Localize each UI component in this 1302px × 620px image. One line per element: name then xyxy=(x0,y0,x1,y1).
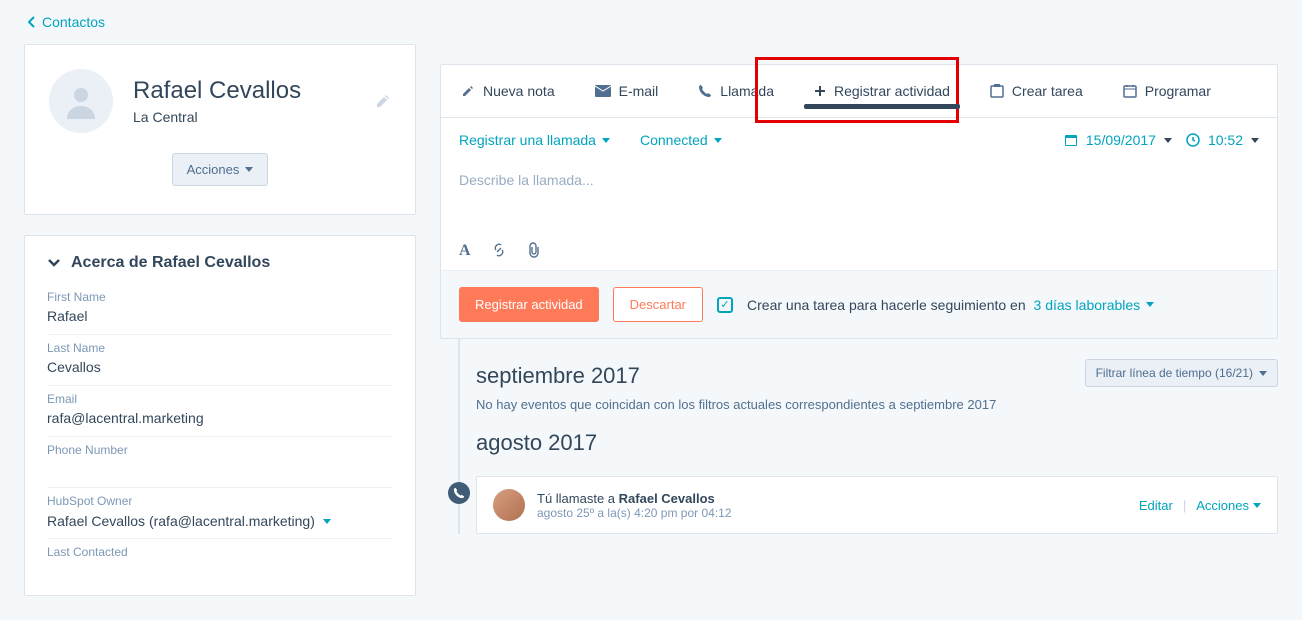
caret-down-icon xyxy=(1259,371,1267,376)
calendar-icon xyxy=(1123,84,1137,98)
caret-down-icon xyxy=(1164,138,1172,143)
edit-activity-link[interactable]: Editar xyxy=(1139,498,1173,513)
person-icon xyxy=(61,81,101,121)
filter-timeline-button[interactable]: Filtrar línea de tiempo (16/21) xyxy=(1085,359,1278,387)
month-header: agosto 2017 xyxy=(476,430,1278,456)
activity-panel: Nueva nota E-mail Llamada Registrar acti… xyxy=(440,64,1278,339)
create-task-label: Crear una tarea para hacerle seguimiento… xyxy=(747,297,1154,313)
contact-name: Rafael Cevallos xyxy=(133,77,301,105)
avatar xyxy=(49,69,113,133)
description-input[interactable] xyxy=(459,168,1259,192)
field-phone[interactable]: Phone Number xyxy=(47,443,393,488)
tab-schedule[interactable]: Programar xyxy=(1103,65,1231,117)
log-type-dropdown[interactable]: Registrar una llamada xyxy=(459,132,610,148)
month-header: septiembre 2017 xyxy=(476,363,640,389)
discard-button[interactable]: Descartar xyxy=(613,287,703,322)
caret-down-icon xyxy=(1253,503,1261,508)
caret-down-icon xyxy=(1146,302,1154,307)
activity-card[interactable]: Tú llamaste a Rafael Cevallos agosto 25º… xyxy=(476,476,1278,534)
tab-task[interactable]: Crear tarea xyxy=(970,65,1103,117)
caret-down-icon xyxy=(714,138,722,143)
create-task-checkbox[interactable]: ✓ xyxy=(717,297,733,313)
caret-down-icon xyxy=(1251,138,1259,143)
editor-toolbar: A xyxy=(441,232,1277,270)
clock-icon xyxy=(1186,133,1200,147)
tab-email[interactable]: E-mail xyxy=(575,65,679,117)
calendar-icon xyxy=(1064,133,1078,147)
note-icon xyxy=(461,84,475,98)
profile-card: Rafael Cevallos La Central Acciones xyxy=(24,44,416,215)
back-to-contacts[interactable]: Contactos xyxy=(0,0,1302,44)
about-header[interactable]: Acerca de Rafael Cevallos xyxy=(47,254,393,272)
field-last-contacted[interactable]: Last Contacted xyxy=(47,545,393,571)
tab-call[interactable]: Llamada xyxy=(678,65,794,117)
task-days-dropdown[interactable]: 3 días laborables xyxy=(1034,297,1155,313)
field-first-name[interactable]: First Name Rafael xyxy=(47,290,393,335)
log-status-dropdown[interactable]: Connected xyxy=(640,132,722,148)
field-email[interactable]: Email rafa@lacentral.marketing xyxy=(47,392,393,437)
field-owner[interactable]: HubSpot Owner Rafael Cevallos (rafa@lace… xyxy=(47,494,393,539)
chevron-left-icon xyxy=(28,16,36,28)
attachment-icon[interactable] xyxy=(527,242,541,260)
back-label: Contactos xyxy=(42,14,105,30)
actions-button[interactable]: Acciones xyxy=(172,153,269,186)
tab-note[interactable]: Nueva nota xyxy=(441,65,575,117)
format-text-icon[interactable]: A xyxy=(459,242,471,260)
empty-month-text: No hay eventos que coincidan con los fil… xyxy=(476,397,1278,412)
link-icon[interactable] xyxy=(491,242,507,260)
email-icon xyxy=(595,85,611,97)
tab-log-activity[interactable]: Registrar actividad xyxy=(794,65,970,117)
activity-meta: agosto 25º a la(s) 4:20 pm por 04:12 xyxy=(537,506,1127,520)
timeline: septiembre 2017 Filtrar línea de tiempo … xyxy=(440,339,1278,534)
caret-down-icon xyxy=(245,167,253,172)
actions-label: Acciones xyxy=(187,162,240,177)
call-activity-icon xyxy=(448,482,470,504)
time-picker[interactable]: 10:52 xyxy=(1186,132,1259,148)
activity-actions-link[interactable]: Acciones xyxy=(1196,498,1261,513)
field-last-name[interactable]: Last Name Cevallos xyxy=(47,341,393,386)
avatar xyxy=(493,489,525,521)
task-icon xyxy=(990,84,1004,98)
contact-company: La Central xyxy=(133,109,301,125)
date-picker[interactable]: 15/09/2017 xyxy=(1064,132,1172,148)
caret-down-icon xyxy=(323,519,331,524)
chevron-down-icon xyxy=(47,258,61,268)
tabs: Nueva nota E-mail Llamada Registrar acti… xyxy=(441,65,1277,118)
about-card: Acerca de Rafael Cevallos First Name Raf… xyxy=(24,235,416,596)
phone-icon xyxy=(698,84,712,98)
register-activity-button[interactable]: Registrar actividad xyxy=(459,287,599,322)
caret-down-icon xyxy=(602,138,610,143)
activity-title: Tú llamaste a Rafael Cevallos xyxy=(537,491,1127,506)
edit-icon[interactable] xyxy=(375,93,391,109)
plus-icon xyxy=(814,85,826,97)
